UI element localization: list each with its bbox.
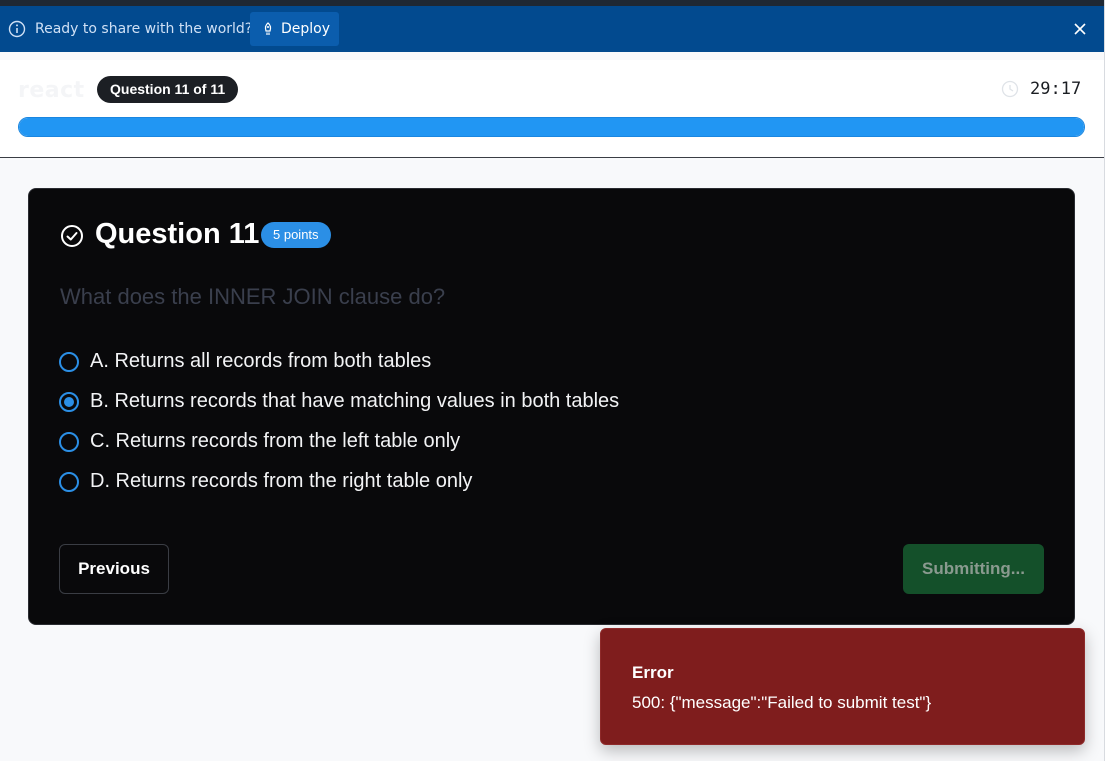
- question-title: Question 11: [95, 218, 260, 250]
- close-icon[interactable]: [1072, 21, 1088, 37]
- radio-button[interactable]: [59, 472, 79, 492]
- question-card: Question 11 5 points What does the INNER…: [28, 188, 1075, 625]
- answer-option-label: B. Returns records that have matching va…: [90, 390, 620, 412]
- question-counter-badge: Question 11 of 11: [97, 76, 239, 103]
- radio-button[interactable]: [59, 352, 79, 372]
- submit-button[interactable]: Submitting...: [903, 544, 1044, 594]
- countdown-timer: 29:17: [1030, 79, 1082, 99]
- radio-button-selected[interactable]: [59, 392, 79, 412]
- answer-option-label: A. Returns all records from both tables: [90, 350, 432, 372]
- rocket-icon: [264, 22, 272, 35]
- points-badge: 5 points: [261, 222, 331, 248]
- check-circle-icon: [61, 225, 83, 247]
- deploy-label: Deploy: [281, 21, 331, 37]
- answer-option-label: D. Returns records from the right table …: [90, 470, 473, 492]
- answer-option-label: C. Returns records from the left table o…: [90, 430, 461, 452]
- scrollbar-gutter: [1104, 0, 1112, 761]
- toast-title: Error: [632, 663, 674, 682]
- radio-button[interactable]: [59, 432, 79, 452]
- toast-message: 500: {"message":"Failed to submit test"}: [632, 693, 932, 712]
- brand-logo: react: [18, 78, 85, 103]
- progress-bar: [18, 117, 1085, 137]
- clock-icon: [1001, 80, 1019, 98]
- info-icon: [8, 20, 26, 38]
- previous-button[interactable]: Previous: [59, 544, 169, 594]
- deploy-banner: Ready to share with the world? Deploy: [0, 6, 1104, 52]
- question-text: What does the INNER JOIN clause do?: [60, 284, 446, 309]
- deploy-button[interactable]: Deploy: [250, 12, 339, 46]
- progress-bar-fill: [19, 118, 1084, 136]
- error-toast[interactable]: Error 500: {"message":"Failed to submit …: [600, 628, 1085, 745]
- banner-text: Ready to share with the world?: [35, 21, 253, 37]
- quiz-header: react Question 11 of 11 29:17: [0, 60, 1104, 158]
